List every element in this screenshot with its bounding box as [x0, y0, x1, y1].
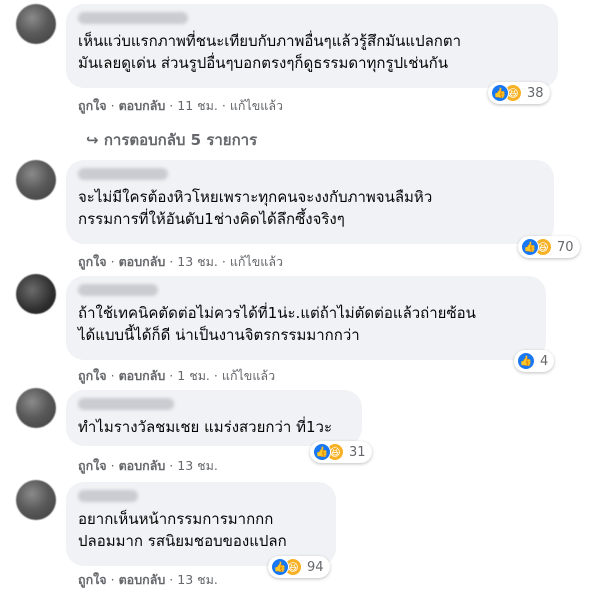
edited-label: แก้ไขแล้ว	[221, 368, 276, 383]
comment-text: อยากเห็นหน้ากรรมการมากกก ปลอมมาก รสนิยมช…	[78, 510, 287, 550]
avatar[interactable]	[16, 160, 56, 200]
avatar[interactable]	[16, 480, 56, 520]
like-icon: 👍	[313, 443, 331, 461]
comment-bubble: จะไม่มีใครต้องหิวโหยเพราะทุกคนจะงงกับภาพ…	[66, 160, 554, 244]
comment-actions: ถูกใจ · ตอบกลับ · 13 ชม.	[78, 572, 218, 587]
timestamp[interactable]: 1 ชม.	[177, 368, 210, 383]
replies-label: การตอบกลับ 5 รายการ	[103, 131, 258, 149]
like-link[interactable]: ถูกใจ	[78, 572, 107, 587]
reaction-count: 94	[307, 559, 324, 575]
reaction-summary[interactable]: 👍 😆 38	[488, 82, 550, 104]
avatar[interactable]	[16, 388, 56, 428]
like-link[interactable]: ถูกใจ	[78, 254, 107, 269]
like-icon: 👍	[521, 238, 539, 256]
author-name-blurred[interactable]	[78, 168, 168, 180]
like-icon: 👍	[517, 352, 535, 370]
comment-text: เห็นแว่บแรกภาพที่ชนะเทียบกับภาพอื่นๆแล้ว…	[78, 32, 462, 72]
reply-link[interactable]: ตอบกลับ	[119, 458, 166, 473]
reaction-count: 31	[349, 444, 366, 460]
timestamp[interactable]: 13 ชม.	[177, 254, 218, 269]
comment-actions: ถูกใจ · ตอบกลับ · 13 ชม.	[78, 458, 218, 473]
comment-text: ถ้าใช้เทคนิคตัดต่อไม่ควรได้ที่1น่ะ.แต่ถ้…	[78, 304, 476, 344]
reaction-summary[interactable]: 👍 😆 94	[268, 556, 330, 578]
comment-text: ทำไมรางวัลชมเชย แมร่งสวยกว่า ที่1วะ	[78, 418, 333, 436]
comment-actions: ถูกใจ · ตอบกลับ · 11 ชม. · แก้ไขแล้ว	[78, 98, 284, 113]
timestamp[interactable]: 13 ชม.	[177, 572, 218, 587]
timestamp[interactable]: 13 ชม.	[177, 458, 218, 473]
avatar[interactable]	[16, 274, 56, 314]
reply-link[interactable]: ตอบกลับ	[119, 254, 166, 269]
like-link[interactable]: ถูกใจ	[78, 98, 107, 113]
reply-link[interactable]: ตอบกลับ	[119, 572, 166, 587]
timestamp[interactable]: 11 ชม.	[177, 98, 218, 113]
author-name-blurred[interactable]	[78, 398, 174, 410]
like-icon: 👍	[491, 84, 509, 102]
like-link[interactable]: ถูกใจ	[78, 368, 107, 383]
author-name-blurred[interactable]	[78, 284, 158, 296]
like-link[interactable]: ถูกใจ	[78, 458, 107, 473]
edited-label: แก้ไขแล้ว	[229, 254, 284, 269]
author-name-blurred[interactable]	[78, 490, 138, 502]
reaction-count: 70	[557, 239, 574, 255]
reply-arrow-icon: ↪	[86, 131, 99, 149]
reaction-summary[interactable]: 👍 4	[514, 350, 555, 372]
avatar[interactable]	[16, 4, 56, 44]
comment-bubble: อยากเห็นหน้ากรรมการมากกก ปลอมมาก รสนิยมช…	[66, 482, 336, 566]
comment-bubble: เห็นแว่บแรกภาพที่ชนะเทียบกับภาพอื่นๆแล้ว…	[66, 4, 558, 88]
edited-label: แก้ไขแล้ว	[229, 98, 284, 113]
reaction-summary[interactable]: 👍 😆 31	[310, 441, 372, 463]
comment-bubble: ถ้าใช้เทคนิคตัดต่อไม่ควรได้ที่1น่ะ.แต่ถ้…	[66, 276, 546, 360]
reaction-count: 4	[540, 353, 549, 369]
reply-link[interactable]: ตอบกลับ	[119, 98, 166, 113]
reaction-count: 38	[527, 85, 544, 101]
author-name-blurred[interactable]	[78, 12, 188, 24]
view-replies-link[interactable]: ↪ การตอบกลับ 5 รายการ	[86, 128, 257, 152]
reply-link[interactable]: ตอบกลับ	[119, 368, 166, 383]
like-icon: 👍	[271, 558, 289, 576]
comment-actions: ถูกใจ · ตอบกลับ · 13 ชม. · แก้ไขแล้ว	[78, 254, 284, 269]
comment-actions: ถูกใจ · ตอบกลับ · 1 ชม. · แก้ไขแล้ว	[78, 368, 276, 383]
comment-text: จะไม่มีใครต้องหิวโหยเพราะทุกคนจะงงกับภาพ…	[78, 188, 433, 228]
reaction-summary[interactable]: 👍 😆 70	[518, 236, 580, 258]
comment-bubble: ทำไมรางวัลชมเชย แมร่งสวยกว่า ที่1วะ	[66, 390, 362, 446]
